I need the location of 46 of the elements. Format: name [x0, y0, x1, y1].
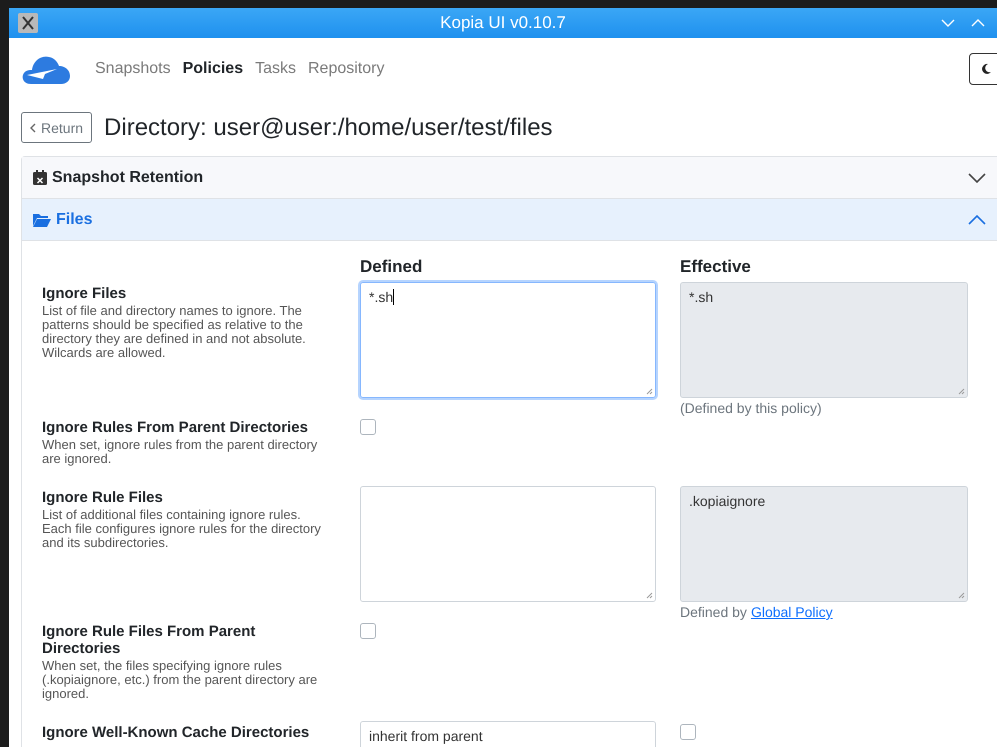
resize-grip-icon[interactable]	[957, 387, 965, 395]
nav-link[interactable]: Policies	[182, 60, 244, 78]
resize-grip-icon[interactable]	[645, 591, 653, 599]
chevron-down-icon	[968, 172, 986, 182]
column-heading: Defined	[360, 257, 424, 278]
section-title: Snapshot Retention	[52, 168, 204, 186]
accordion-header[interactable]: Snapshot Retention	[22, 157, 997, 199]
resize-grip-icon[interactable]	[957, 591, 965, 599]
setting-description: List of additional files containing ignore rules. Each file configures ignore rules for the directory and its subdirectories.	[42, 508, 322, 550]
source-note: Defined by	[680, 604, 747, 620]
calendar-icon	[33, 170, 47, 185]
text-area[interactable]: *.sh	[360, 282, 656, 398]
setting-label: Ignore Rule Files From Parent Directories	[42, 623, 256, 657]
nav-link[interactable]: Snapshots	[95, 60, 171, 78]
setting-label: Ignore Files	[42, 285, 128, 302]
checkbox[interactable]	[360, 623, 376, 639]
column-heading: Effective	[680, 257, 752, 278]
nav-link[interactable]: Repository	[308, 60, 384, 78]
read-only-text-area: .kopiaignore	[680, 486, 968, 602]
nav-link[interactable]: Tasks	[255, 60, 296, 78]
setting-description: List of file and directory names to ignore. The patterns should be specified as relative to the directory they are defined in and not absolute. Wilcards are allowed.	[42, 304, 307, 360]
accordion-header[interactable]: Files	[22, 199, 997, 241]
folder-icon	[33, 212, 51, 226]
return-button[interactable]: Return	[21, 112, 92, 143]
setting-label: Ignore Rules From Parent Directories	[42, 419, 309, 436]
read-only-text-area: *.sh	[680, 282, 968, 398]
resize-grip-icon[interactable]	[645, 387, 653, 395]
source-note: (Defined by this policy)	[680, 400, 822, 416]
chevron-up-icon	[968, 214, 986, 224]
setting-label: Ignore Rule Files	[42, 489, 164, 506]
theme-toggle-button[interactable]	[969, 53, 997, 85]
page-title: Directory: user@user:/home/user/test/files	[104, 114, 553, 142]
setting-description: When set, the files specifying ignore rules (.kopiaignore, etc.) from the parent directory are ignored.	[42, 659, 318, 701]
app-icon	[18, 13, 38, 33]
moon-icon	[980, 63, 992, 75]
setting-label: Ignore Well-Known Cache Directories	[42, 724, 310, 741]
window-title: Kopia UI v0.10.7	[440, 13, 566, 33]
setting-description: When set, ignore rules from the parent directory are ignored.	[42, 438, 318, 466]
chevron-left-icon	[30, 122, 36, 132]
maximize-icon[interactable]	[971, 19, 985, 27]
section-title: Files	[56, 210, 92, 228]
policy-link[interactable]: Global Policy	[750, 604, 833, 620]
minimize-icon[interactable]	[941, 19, 955, 27]
text-area[interactable]	[360, 486, 656, 602]
checkbox[interactable]	[360, 419, 376, 435]
select-field[interactable]: inherit from parent	[360, 721, 656, 747]
